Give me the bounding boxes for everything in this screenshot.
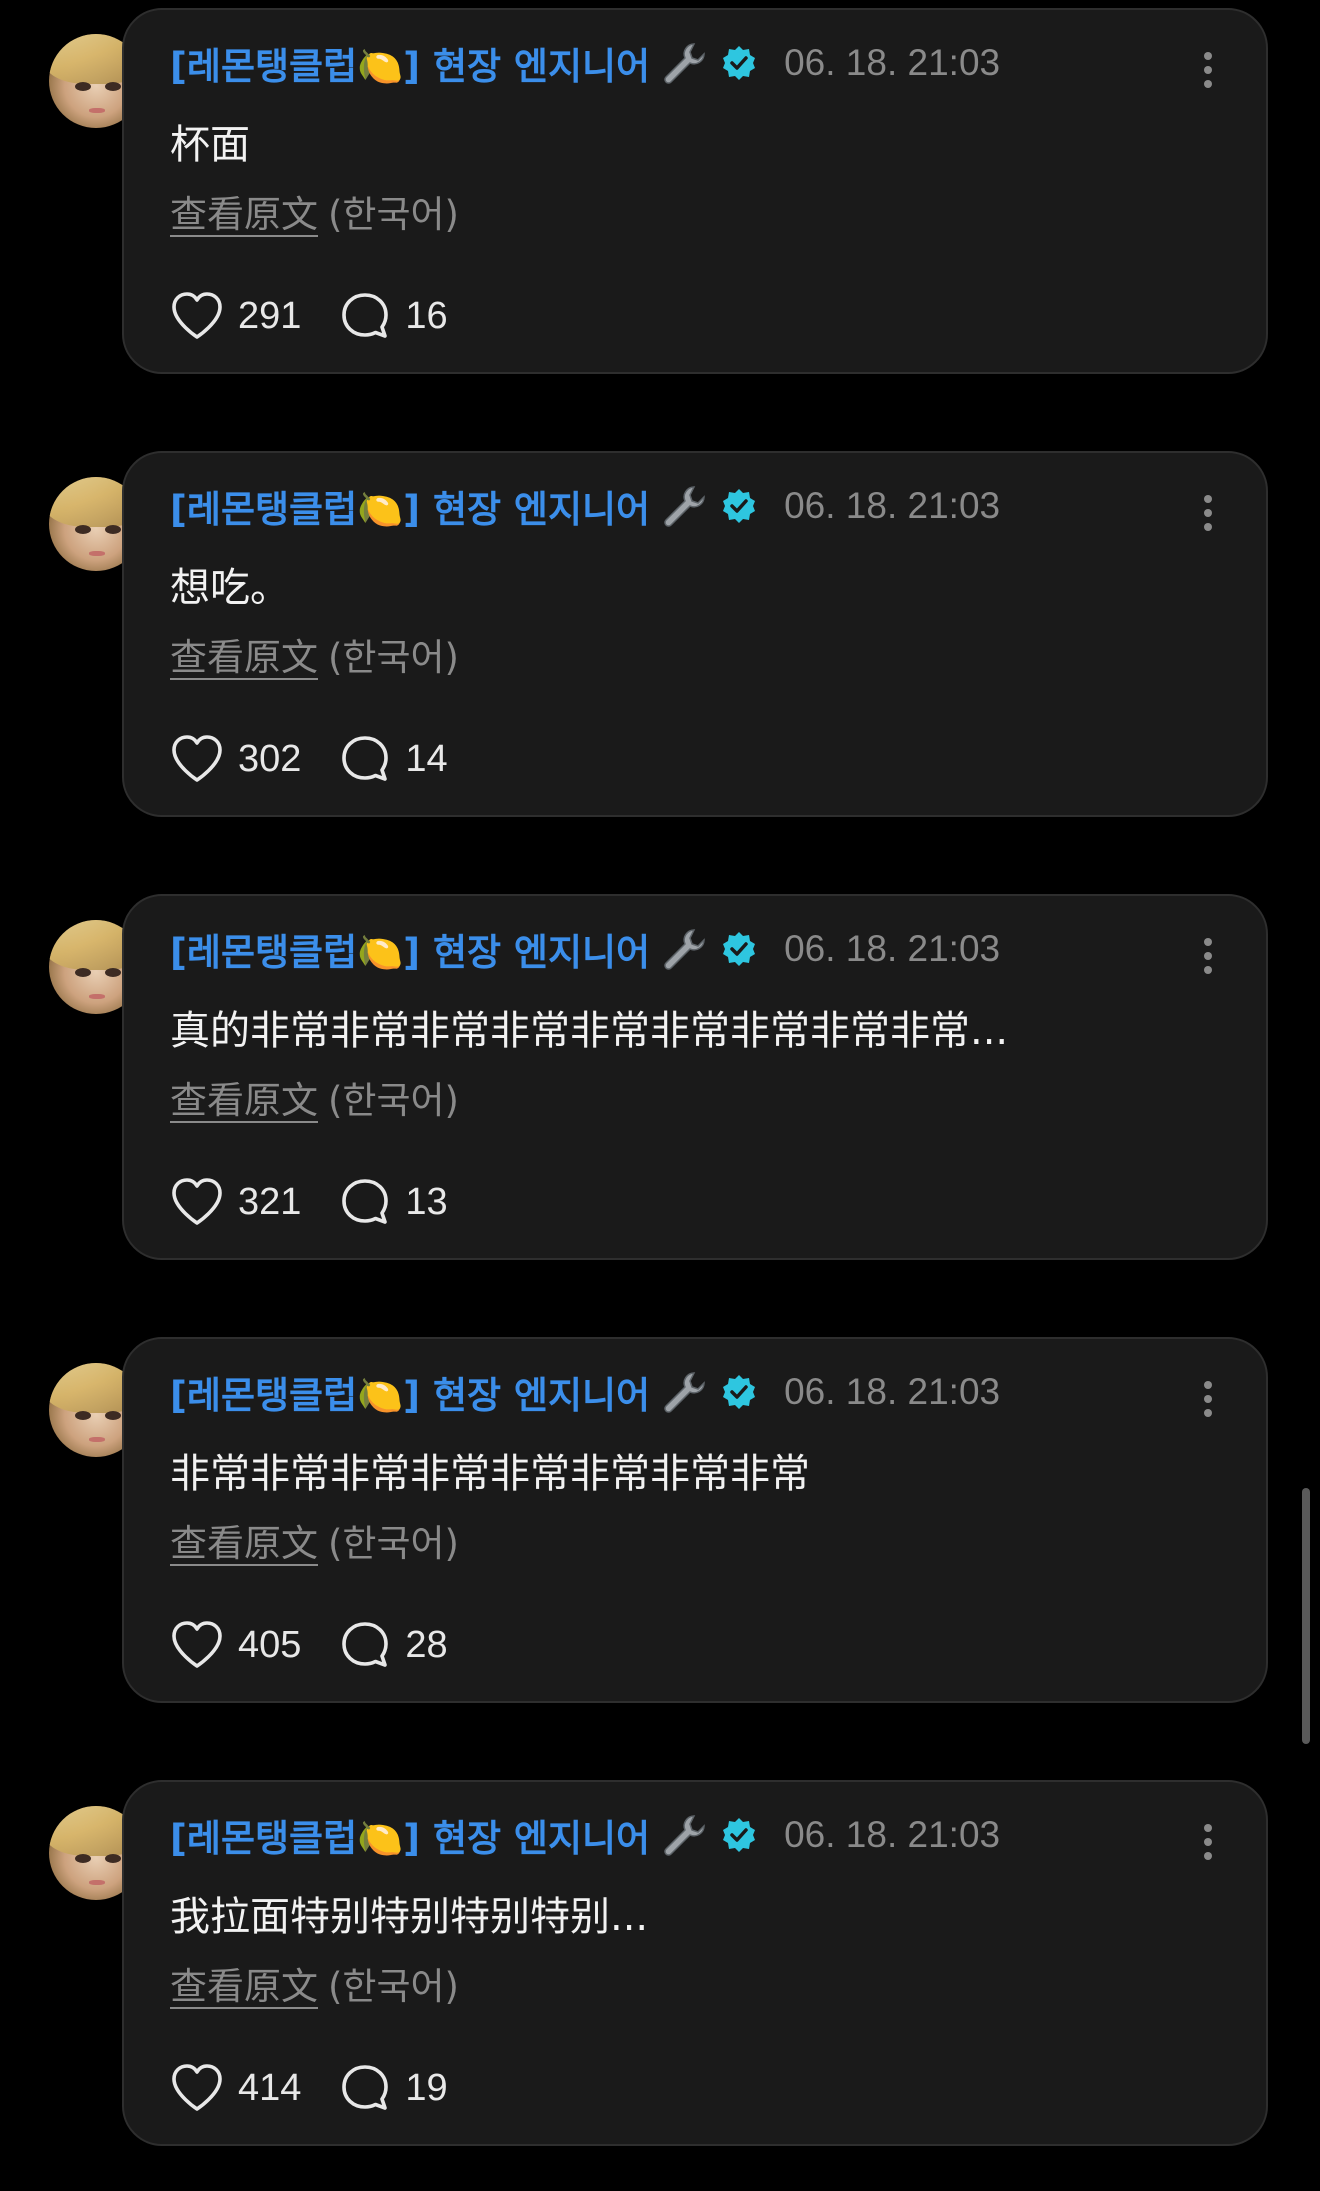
view-original-link[interactable]: 查看原文 — [170, 1965, 318, 2008]
action-bar: 302 14 — [170, 729, 448, 789]
timestamp: 06. 18. 21:03 — [784, 928, 1001, 969]
comment-card: [레몬탱클럽🍋] 현장 엔지니어 06. 18. 21:03 真的非常非常非常非… — [122, 894, 1268, 1260]
comment-post: [레몬탱클럽🍋] 현장 엔지니어 06. 18. 21:03 想吃。 查看原文(… — [0, 443, 1320, 817]
comment-icon — [342, 293, 389, 338]
view-original-link[interactable]: 查看原文 — [170, 193, 318, 236]
comment-card: [레몬탱클럽🍋] 현장 엔지니어 06. 18. 21:03 杯面 查看原文 (한… — [122, 8, 1268, 374]
comment-feed[interactable]: [레몬탱클럽🍋] 현장 엔지니어 06. 18. 21:03 杯面 查看原文 (한… — [0, 0, 1320, 2191]
comment-count: 13 — [405, 1180, 448, 1223]
like-count: 291 — [238, 294, 302, 337]
view-original-link[interactable]: 查看原文 — [170, 1079, 318, 1122]
translation-row: 查看原文 (한국어) — [170, 1956, 459, 2010]
comment-card: [레몬탱클럽🍋] 현장 엔지니어 06. 18. 21:03 我拉面特别特别特别… — [122, 1780, 1268, 2146]
heart-icon — [172, 735, 222, 782]
comment-post: [레몬탱클럽🍋] 현장 엔지니어 06. 18. 21:03 真的非常非常非常非… — [0, 886, 1320, 1260]
comment-post: [레몬탱클럽🍋] 현장 엔지니어 06. 18. 21:03 非常非常非常非常非… — [0, 1329, 1320, 1703]
comment-count: 14 — [405, 737, 448, 780]
comment-text: 我拉面特别特别特别特别... — [170, 1894, 649, 1940]
comment-text: 想吃。 — [170, 565, 290, 611]
wrench-icon — [664, 486, 705, 527]
timestamp: 06. 18. 21:03 — [784, 485, 1001, 526]
author-name[interactable]: [레몬탱클럽🍋] 현장 엔지니어 — [170, 1365, 650, 1419]
original-language: (한국어) — [328, 1079, 459, 1122]
wrench-icon — [664, 929, 705, 970]
scrollbar[interactable] — [1302, 1488, 1310, 1744]
like-button[interactable]: 414 — [170, 2063, 301, 2113]
comment-count: 16 — [405, 294, 448, 337]
more-options-icon[interactable] — [1198, 1822, 1218, 1862]
comment-card: [레몬탱클럽🍋] 현장 엔지니어 06. 18. 21:03 想吃。 查看原文(… — [122, 451, 1268, 817]
original-language: (한국어) — [328, 193, 459, 236]
like-count: 302 — [238, 737, 302, 780]
more-options-icon[interactable] — [1198, 936, 1218, 976]
action-bar: 321 13 — [170, 1172, 448, 1232]
author-name[interactable]: [레몬탱클럽🍋] 현장 엔지니어 — [170, 479, 650, 533]
comment-icon — [342, 1622, 389, 1667]
comment-button[interactable]: 16 — [339, 290, 448, 342]
heart-icon — [172, 1621, 222, 1668]
like-button[interactable]: 321 — [170, 1177, 301, 1227]
translation-row: 查看原文 (한국어) — [170, 1070, 459, 1124]
heart-icon — [172, 1178, 222, 1225]
comment-button[interactable]: 28 — [339, 1619, 448, 1671]
more-options-icon[interactable] — [1198, 493, 1218, 533]
like-count: 321 — [238, 1180, 302, 1223]
original-language: (한국어) — [328, 1522, 459, 1565]
comment-icon — [342, 1179, 389, 1224]
timestamp: 06. 18. 21:03 — [784, 1814, 1001, 1855]
heart-icon — [172, 292, 222, 339]
author-name[interactable]: [레몬탱클럽🍋] 현장 엔지니어 — [170, 1808, 650, 1862]
comment-header: [레몬탱클럽🍋] 현장 엔지니어 06. 18. 21:03 — [170, 481, 1000, 531]
wrench-icon — [664, 1372, 705, 1413]
like-button[interactable]: 291 — [170, 291, 301, 341]
heart-icon — [172, 2064, 222, 2111]
timestamp: 06. 18. 21:03 — [784, 42, 1001, 83]
comment-button[interactable]: 19 — [339, 2062, 448, 2114]
translation-row: 查看原文 (한국어) — [170, 1513, 459, 1567]
timestamp: 06. 18. 21:03 — [784, 1371, 1001, 1412]
verified-badge-icon — [723, 1818, 756, 1852]
original-language: (한국어) — [328, 1965, 459, 2008]
comment-card: [레몬탱클럽🍋] 현장 엔지니어 06. 18. 21:03 非常非常非常非常非… — [122, 1337, 1268, 1703]
original-language: (한국어) — [328, 636, 459, 679]
translation-row: 查看原文 (한국어) — [170, 184, 459, 238]
comment-text: 真的非常非常非常非常非常非常非常非常非常... — [170, 1008, 1009, 1054]
comment-post: [레몬탱클럽🍋] 현장 엔지니어 06. 18. 21:03 杯面 查看原文 (한… — [0, 0, 1320, 374]
like-button[interactable]: 405 — [170, 1620, 301, 1670]
more-options-icon[interactable] — [1198, 50, 1218, 90]
verified-badge-icon — [723, 489, 756, 523]
verified-badge-icon — [723, 932, 756, 966]
action-bar: 291 16 — [170, 286, 448, 346]
action-bar: 405 28 — [170, 1615, 448, 1675]
like-count: 414 — [238, 2066, 302, 2109]
comment-icon — [342, 736, 389, 781]
comment-text: 非常非常非常非常非常非常非常非常 — [170, 1451, 810, 1497]
comment-button[interactable]: 14 — [339, 733, 448, 785]
wrench-icon — [664, 43, 705, 84]
more-options-icon[interactable] — [1198, 1379, 1218, 1419]
comment-header: [레몬탱클럽🍋] 현장 엔지니어 06. 18. 21:03 — [170, 1367, 1000, 1417]
author-name[interactable]: [레몬탱클럽🍋] 현장 엔지니어 — [170, 922, 650, 976]
like-count: 405 — [238, 1623, 302, 1666]
comment-icon — [342, 2065, 389, 2110]
comment-text: 杯面 — [170, 122, 250, 168]
comment-count: 19 — [405, 2066, 448, 2109]
like-button[interactable]: 302 — [170, 734, 301, 784]
comment-header: [레몬탱클럽🍋] 현장 엔지니어 06. 18. 21:03 — [170, 924, 1000, 974]
comment-post: [레몬탱클럽🍋] 현장 엔지니어 06. 18. 21:03 我拉面特别特别特别… — [0, 1772, 1320, 2146]
translation-row: 查看原文 (한국어) — [170, 627, 459, 681]
verified-badge-icon — [723, 1375, 756, 1409]
view-original-link[interactable]: 查看原文 — [170, 636, 318, 679]
comment-button[interactable]: 13 — [339, 1176, 448, 1228]
comment-header: [레몬탱클럽🍋] 현장 엔지니어 06. 18. 21:03 — [170, 1810, 1000, 1860]
comment-header: [레몬탱클럽🍋] 현장 엔지니어 06. 18. 21:03 — [170, 38, 1000, 88]
action-bar: 414 19 — [170, 2058, 448, 2118]
wrench-icon — [664, 1815, 705, 1856]
author-name[interactable]: [레몬탱클럽🍋] 현장 엔지니어 — [170, 36, 650, 90]
verified-badge-icon — [723, 46, 756, 80]
view-original-link[interactable]: 查看原文 — [170, 1522, 318, 1565]
comment-count: 28 — [405, 1623, 448, 1666]
